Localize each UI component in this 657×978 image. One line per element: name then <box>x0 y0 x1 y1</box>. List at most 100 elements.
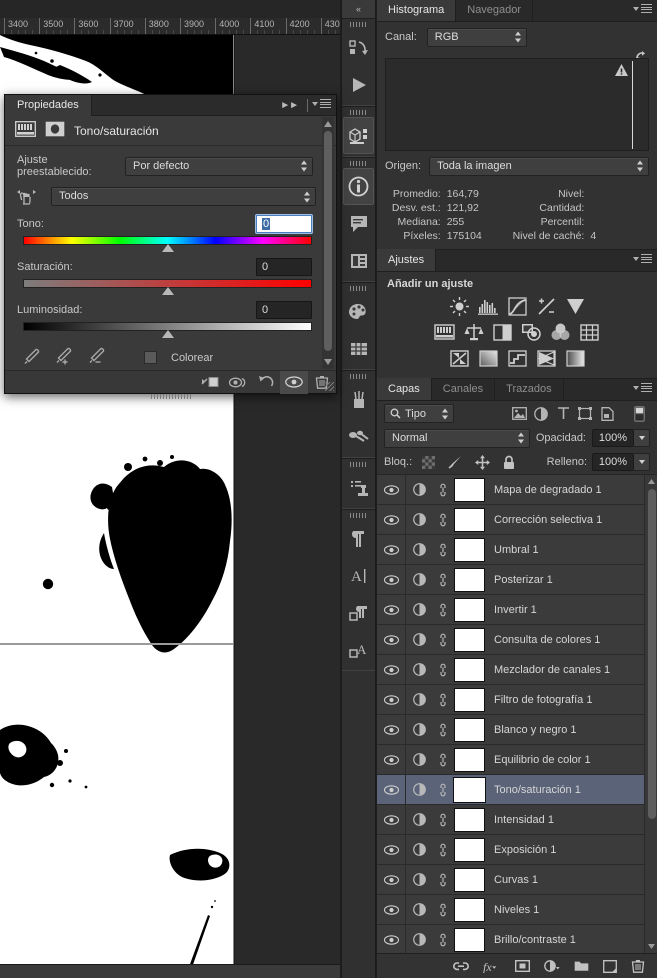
layer-mask-link-icon[interactable] <box>432 903 454 917</box>
layer-adjustment-thumbnail-icon[interactable] <box>406 843 432 856</box>
layer-adjustment-thumbnail-icon[interactable] <box>406 813 432 826</box>
clonar-origen-icon[interactable] <box>342 469 375 506</box>
layer-visibility-toggle[interactable] <box>377 475 406 505</box>
layer-row[interactable]: Equilibrio de color 1 <box>377 744 657 775</box>
layer-mask-thumbnail[interactable] <box>454 747 485 772</box>
consulta-colores-icon[interactable] <box>579 321 601 343</box>
layer-mask-link-icon[interactable] <box>432 573 454 587</box>
layer-list-scrollbar[interactable] <box>644 475 657 953</box>
enlazar-capas-icon[interactable] <box>453 961 469 972</box>
exposicion-icon[interactable] <box>535 295 557 317</box>
nuevo-grupo-icon[interactable] <box>574 960 589 972</box>
properties-scrollbar-thumb[interactable] <box>324 131 332 351</box>
tono-saturacion-icon[interactable] <box>434 321 456 343</box>
layer-mask-thumbnail[interactable] <box>454 867 485 892</box>
hue-slider[interactable] <box>23 236 312 252</box>
horizontal-ruler[interactable]: 3400 3500 3600 3700 3800 3900 4000 4100 4200 4300 <box>0 18 340 35</box>
preset-select[interactable]: Por defecto <box>125 156 313 176</box>
fill-input[interactable]: 100% <box>592 453 634 471</box>
bloquear-pixeles-icon[interactable] <box>444 451 466 473</box>
layer-mask-link-icon[interactable] <box>432 813 454 827</box>
correccion-selectiva-icon[interactable] <box>535 347 557 369</box>
hue-input[interactable]: 0 <box>255 214 313 234</box>
lightness-slider[interactable] <box>23 322 312 338</box>
layer-adjustment-thumbnail-icon[interactable] <box>406 573 432 586</box>
blend-mode-select[interactable]: Normal <box>384 428 530 448</box>
color-palette-icon[interactable] <box>342 293 375 330</box>
layers-panel-menu-icon[interactable] <box>633 383 652 392</box>
saturation-slider-knob[interactable] <box>161 287 174 295</box>
acciones-icon[interactable] <box>342 29 375 66</box>
layer-adjustment-thumbnail-icon[interactable] <box>406 543 432 556</box>
brillo-contraste-icon[interactable] <box>448 295 470 317</box>
dock-grip[interactable] <box>350 512 367 519</box>
layer-adjustment-thumbnail-icon[interactable] <box>406 723 432 736</box>
eliminar-capa-icon[interactable] <box>631 959 645 973</box>
fill-stepper[interactable] <box>634 453 650 471</box>
properties-panel[interactable]: Propiedades ►► Tono/saturación Ajuste pr… <box>4 94 337 399</box>
saturation-input[interactable]: 0 <box>256 258 312 276</box>
muestras-icon[interactable] <box>342 330 375 367</box>
layer-row[interactable]: Posterizar 1 <box>377 564 657 595</box>
layer-visibility-toggle[interactable] <box>377 744 406 775</box>
layer-mask-thumbnail[interactable] <box>453 776 486 803</box>
parrafo-icon[interactable] <box>342 520 375 557</box>
filtro-texto-icon[interactable] <box>552 403 574 425</box>
layer-row[interactable]: Blanco y negro 1 <box>377 714 657 745</box>
layer-mask-thumbnail[interactable] <box>454 597 485 622</box>
mezclador-canales-icon[interactable] <box>550 321 572 343</box>
layer-mask-link-icon[interactable] <box>432 723 454 737</box>
layer-visibility-toggle[interactable] <box>377 714 406 745</box>
play-icon[interactable] <box>342 66 375 103</box>
info-icon[interactable] <box>343 168 374 205</box>
bloquear-posicion-icon[interactable] <box>471 451 493 473</box>
estilos-parrafo-icon[interactable] <box>342 594 375 631</box>
layer-mask-link-icon[interactable] <box>432 483 454 497</box>
layer-visibility-toggle[interactable] <box>377 654 406 685</box>
mapa-degradado-icon[interactable] <box>564 347 586 369</box>
tab-ajustes[interactable]: Ajustes <box>377 249 437 271</box>
layer-list[interactable]: Mapa de degradado 1 Corrección selectiva … <box>377 474 657 953</box>
layer-visibility-toggle[interactable] <box>377 774 406 805</box>
invertir-icon[interactable] <box>448 347 470 369</box>
dock-grip[interactable] <box>350 109 367 116</box>
layer-mask-thumbnail[interactable] <box>454 567 485 592</box>
adjustments-panel-menu-icon[interactable] <box>633 254 652 263</box>
hue-slider-knob[interactable] <box>161 244 174 252</box>
lightness-input[interactable]: 0 <box>256 301 312 319</box>
layer-mask-link-icon[interactable] <box>432 873 454 887</box>
opacity-stepper[interactable] <box>634 429 650 447</box>
tab-propiedades[interactable]: Propiedades <box>5 94 92 116</box>
properties-panel-menu-icon[interactable] <box>312 99 331 108</box>
layer-mask-thumbnail[interactable] <box>454 507 485 532</box>
layer-row[interactable]: Corrección selectiva 1 <box>377 504 657 535</box>
layer-visibility-toggle[interactable] <box>377 534 406 565</box>
origen-icon[interactable] <box>342 242 375 279</box>
blanco-negro-icon[interactable] <box>492 321 514 343</box>
layer-visibility-toggle[interactable] <box>377 864 406 895</box>
equilibrio-color-icon[interactable] <box>463 321 485 343</box>
layer-mask-link-icon[interactable] <box>432 693 454 707</box>
layer-row[interactable]: Invertir 1 <box>377 594 657 625</box>
layer-visibility-toggle[interactable] <box>377 564 406 595</box>
tab-trazados[interactable]: Trazados <box>495 378 564 400</box>
dock-collapse-button[interactable]: « <box>342 0 375 18</box>
layer-mask-thumbnail[interactable] <box>454 717 485 742</box>
bloquear-transparencia-icon[interactable] <box>417 451 439 473</box>
layer-adjustment-thumbnail-icon[interactable] <box>406 933 432 946</box>
cuentagotas-icon[interactable] <box>23 348 40 368</box>
estilos-caracter-icon[interactable]: A <box>342 631 375 668</box>
panel-bottom-grip[interactable] <box>150 394 191 399</box>
filter-type-select[interactable]: Tipo <box>384 404 454 423</box>
caracter-icon[interactable]: A <box>342 557 375 594</box>
layer-adjustment-thumbnail-icon[interactable] <box>406 783 432 796</box>
niveles-icon[interactable] <box>477 295 499 317</box>
scroll-down-arrow[interactable] <box>645 940 657 953</box>
3d-icon[interactable] <box>343 117 374 154</box>
scroll-up-arrow[interactable] <box>645 475 657 488</box>
layer-mask-link-icon[interactable] <box>432 543 454 557</box>
layer-mask-link-icon[interactable] <box>432 633 454 647</box>
layer-row[interactable]: Tono/saturación 1 <box>377 774 657 805</box>
intensidad-icon[interactable] <box>564 295 586 317</box>
posterizar-icon[interactable] <box>477 347 499 369</box>
